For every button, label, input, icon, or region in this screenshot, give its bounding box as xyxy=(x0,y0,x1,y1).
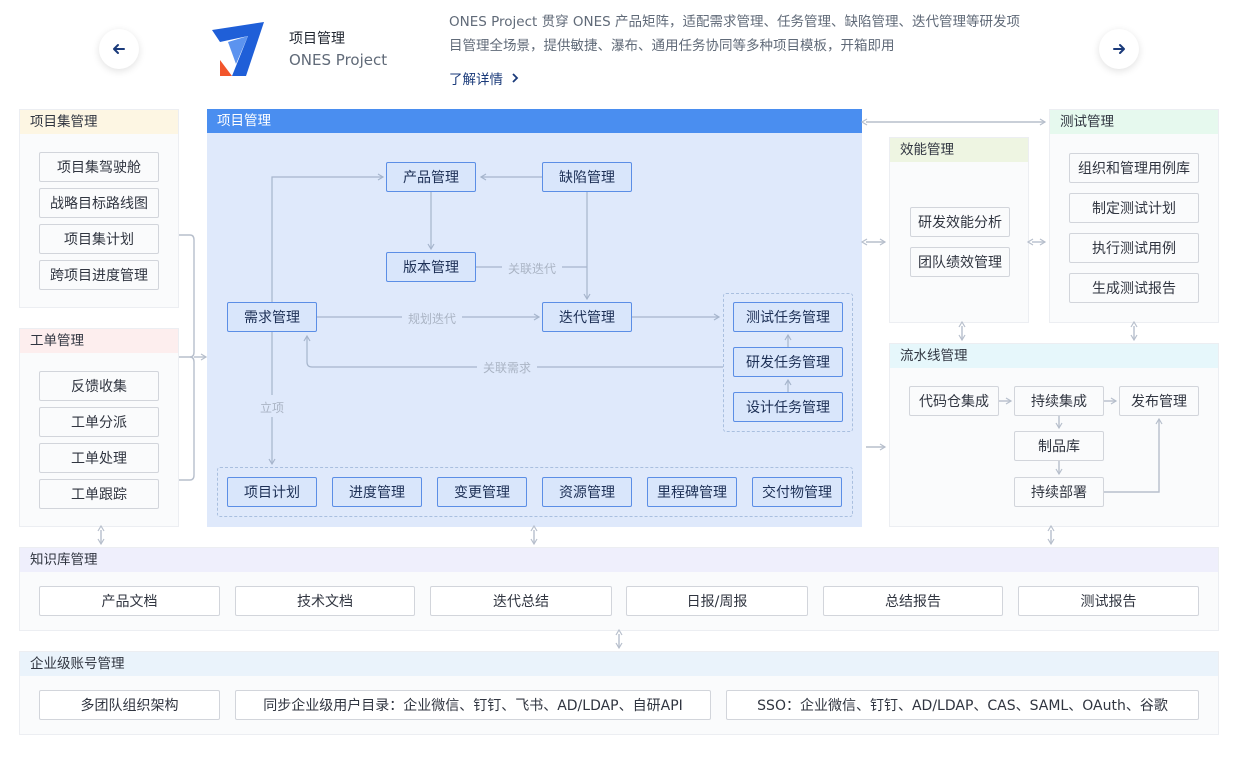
efficiency-management-panel: 效能管理 研发效能分析 团队绩效管理 xyxy=(889,137,1029,323)
change-management-box[interactable]: 变更管理 xyxy=(437,477,527,507)
efficiency-item[interactable]: 团队绩效管理 xyxy=(910,247,1010,277)
requirement-management-box[interactable]: 需求管理 xyxy=(227,302,317,332)
ones-project-logo xyxy=(212,22,264,76)
progress-management-box[interactable]: 进度管理 xyxy=(332,477,422,507)
dev-task-management-box[interactable]: 研发任务管理 xyxy=(733,347,843,377)
enterprise-item[interactable]: SSO：企业微信、钉钉、AD/LDAP、CAS、SAML、OAuth、谷歌 xyxy=(726,690,1199,720)
next-button[interactable] xyxy=(1099,29,1139,69)
knowledge-item[interactable]: 产品文档 xyxy=(39,586,220,616)
test-management-panel: 测试管理 组织和管理用例库 制定测试计划 执行测试用例 生成测试报告 xyxy=(1049,109,1219,323)
arrow-left-icon xyxy=(113,44,125,54)
project-plan-box[interactable]: 项目计划 xyxy=(227,477,317,507)
ticket-item[interactable]: 工单处理 xyxy=(39,443,159,473)
testing-item[interactable]: 制定测试计划 xyxy=(1069,193,1199,223)
deliverable-management-box[interactable]: 交付物管理 xyxy=(752,477,842,507)
learn-more-link[interactable]: 了解详情 xyxy=(449,68,519,88)
product-title: 项目管理 xyxy=(289,31,345,47)
knowledge-item[interactable]: 迭代总结 xyxy=(430,586,612,616)
link-requirement-label: 关联需求 xyxy=(483,361,532,375)
enterprise-account-title: 企业级账号管理 xyxy=(20,652,1218,676)
description-line-2: 目管理全场景，提供敏捷、瀑布、通用任务协同等多种项目模板，开箱即用 xyxy=(449,38,895,54)
release-box[interactable]: 发布管理 xyxy=(1119,386,1199,416)
product-name: ONES Project xyxy=(289,51,388,69)
plan-iteration-label: 规划迭代 xyxy=(408,312,457,326)
testing-item[interactable]: 执行测试用例 xyxy=(1069,233,1199,263)
knowledge-base-title: 知识库管理 xyxy=(20,548,1218,572)
version-management-box[interactable]: 版本管理 xyxy=(386,252,476,282)
ticket-management-panel: 工单管理 反馈收集 工单分派 工单处理 工单跟踪 xyxy=(19,328,179,527)
knowledge-item[interactable]: 测试报告 xyxy=(1018,586,1199,616)
defect-management-box[interactable]: 缺陷管理 xyxy=(542,162,632,192)
arrow-right-icon xyxy=(1113,44,1125,54)
knowledge-item[interactable]: 技术文档 xyxy=(235,586,415,616)
test-task-management-box[interactable]: 测试任务管理 xyxy=(733,302,843,332)
artifact-box[interactable]: 制品库 xyxy=(1014,431,1104,461)
initiate-label: 立项 xyxy=(260,401,285,415)
prev-button[interactable] xyxy=(99,29,139,69)
knowledge-item[interactable]: 日报/周报 xyxy=(626,586,808,616)
description-line-1: ONES Project 贯穿 ONES 产品矩阵，适配需求管理、任务管理、缺陷… xyxy=(449,14,1021,30)
chevron-right-icon xyxy=(512,73,519,83)
code-repo-box[interactable]: 代码仓集成 xyxy=(909,386,999,416)
knowledge-item[interactable]: 总结报告 xyxy=(823,586,1003,616)
program-management-panel: 项目集管理 项目集驾驶舱 战略目标路线图 项目集计划 跨项目进度管理 xyxy=(19,109,179,308)
project-management-title: 项目管理 xyxy=(207,109,862,133)
program-item[interactable]: 项目集计划 xyxy=(39,224,159,254)
test-management-title: 测试管理 xyxy=(1050,110,1218,134)
iteration-management-box[interactable]: 迭代管理 xyxy=(542,302,632,332)
pipeline-management-title: 流水线管理 xyxy=(890,344,1218,368)
program-item[interactable]: 项目集驾驶舱 xyxy=(39,152,159,182)
design-task-management-box[interactable]: 设计任务管理 xyxy=(733,392,843,422)
testing-item[interactable]: 生成测试报告 xyxy=(1069,273,1199,303)
efficiency-management-title: 效能管理 xyxy=(890,138,1028,162)
ticket-item[interactable]: 反馈收集 xyxy=(39,371,159,401)
resource-management-box[interactable]: 资源管理 xyxy=(542,477,632,507)
enterprise-item[interactable]: 同步企业级用户目录：企业微信、钉钉、飞书、AD/LDAP、自研API xyxy=(235,690,711,720)
ci-box[interactable]: 持续集成 xyxy=(1014,386,1104,416)
enterprise-item[interactable]: 多团队组织架构 xyxy=(39,690,220,720)
link-iteration-label: 关联迭代 xyxy=(508,262,557,276)
product-description: ONES Project 贯穿 ONES 产品矩阵，适配需求管理、任务管理、缺陷… xyxy=(449,10,1049,58)
program-connector xyxy=(179,234,195,358)
efficiency-item[interactable]: 研发效能分析 xyxy=(910,207,1010,237)
ticket-management-title: 工单管理 xyxy=(20,329,178,353)
ticket-item[interactable]: 工单跟踪 xyxy=(39,479,159,509)
ticket-item[interactable]: 工单分派 xyxy=(39,407,159,437)
ticket-connector xyxy=(179,356,195,481)
testing-item[interactable]: 组织和管理用例库 xyxy=(1069,153,1199,183)
program-item[interactable]: 跨项目进度管理 xyxy=(39,260,159,290)
milestone-management-box[interactable]: 里程碑管理 xyxy=(647,477,737,507)
program-item[interactable]: 战略目标路线图 xyxy=(39,188,159,218)
product-management-box[interactable]: 产品管理 xyxy=(386,162,476,192)
learn-more-label: 了解详情 xyxy=(449,72,503,88)
program-management-title: 项目集管理 xyxy=(20,110,178,134)
cd-box[interactable]: 持续部署 xyxy=(1014,477,1104,507)
